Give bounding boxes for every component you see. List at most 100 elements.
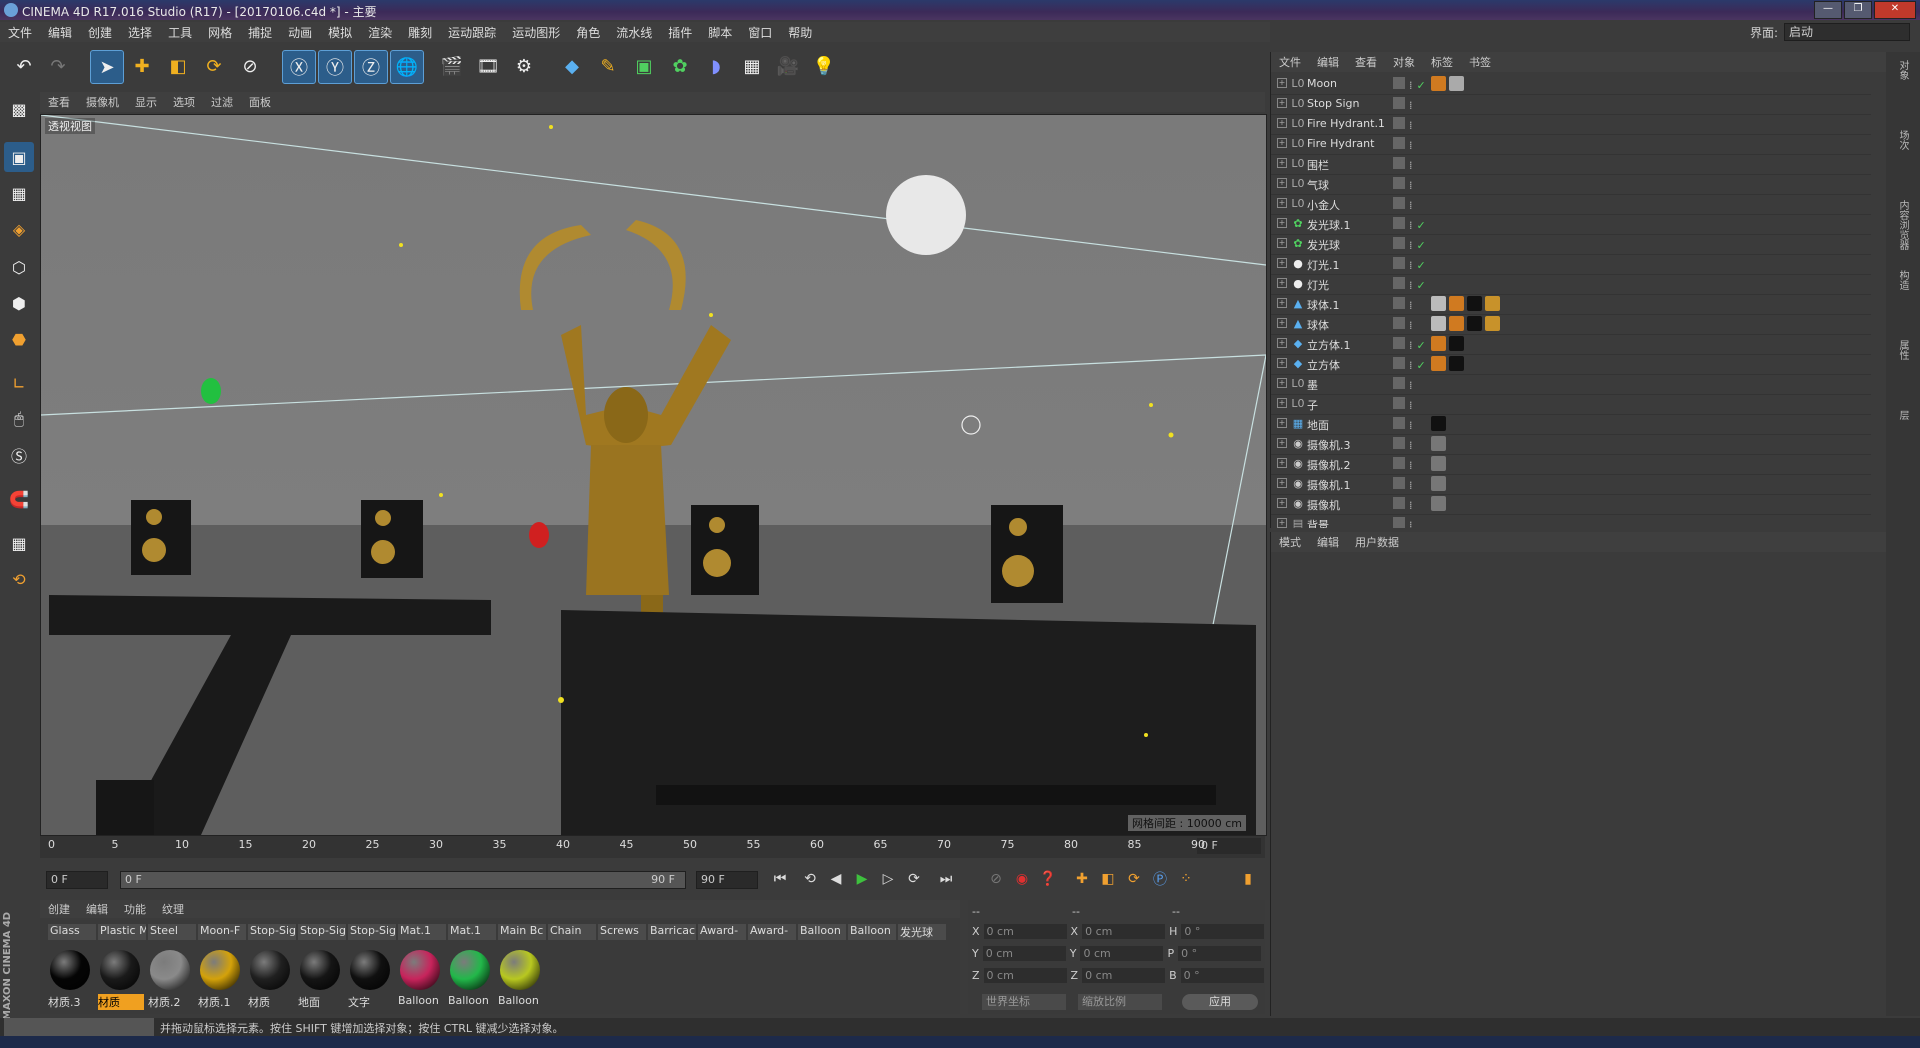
- planar-workplane-icon[interactable]: ⟲: [4, 564, 34, 594]
- object-row[interactable]: + ▲ 球体.1 ⁞: [1271, 294, 1871, 315]
- object-menu-item[interactable]: 标签: [1423, 54, 1461, 70]
- object-name[interactable]: 灯光.1: [1307, 257, 1407, 273]
- model-mode-icon[interactable]: ▣: [4, 142, 34, 172]
- material-tab[interactable]: Plastic M: [98, 924, 146, 940]
- preview-range-slider[interactable]: 0 F 90 F: [120, 871, 686, 889]
- object-name[interactable]: 发光球.1: [1307, 217, 1407, 233]
- menu-item[interactable]: 流水线: [608, 24, 660, 41]
- material-swatch[interactable]: [350, 950, 390, 990]
- object-name[interactable]: 小金人: [1307, 197, 1407, 213]
- object-visibility-flags[interactable]: ⁞: [1393, 457, 1433, 472]
- material-tab[interactable]: Chain: [548, 924, 596, 940]
- object-menu-item[interactable]: 对象: [1385, 54, 1423, 70]
- material-tab[interactable]: Moon-F: [198, 924, 246, 940]
- object-name[interactable]: 灯光: [1307, 277, 1407, 293]
- dock-tab[interactable]: 层: [1894, 410, 1910, 420]
- object-row[interactable]: + L0 气球 ⁞: [1271, 174, 1871, 195]
- menu-item[interactable]: 动画: [280, 24, 320, 41]
- expand-toggle-icon[interactable]: +: [1277, 338, 1287, 348]
- key-pla-icon[interactable]: ⁘: [1174, 868, 1198, 890]
- material-tag-icon[interactable]: [1449, 316, 1464, 331]
- material-tab[interactable]: Glass: [48, 924, 96, 940]
- timeline-ruler[interactable]: 0 F 0 5 10 15 20 25 30 35 40 45 50 55 60 65 70 75 80 85 90: [40, 836, 1265, 858]
- enabled-check-icon[interactable]: ✓: [1417, 239, 1426, 252]
- tweak-mode-icon[interactable]: 🖱: [4, 404, 34, 434]
- material-tag-icon[interactable]: [1431, 496, 1446, 511]
- object-name[interactable]: 墨: [1307, 377, 1407, 393]
- menu-item[interactable]: 雕刻: [400, 24, 440, 41]
- object-menu-item[interactable]: 编辑: [1309, 54, 1347, 70]
- object-visibility-flags[interactable]: ⁞ ✓: [1393, 237, 1433, 252]
- object-menu-item[interactable]: 书签: [1461, 54, 1499, 70]
- material-tag-icon[interactable]: [1431, 356, 1446, 371]
- menu-item[interactable]: 运动图形: [504, 24, 568, 41]
- object-row[interactable]: + ● 灯光 ⁞ ✓: [1271, 274, 1871, 295]
- render-picture-viewer-icon[interactable]: 🎞: [472, 50, 504, 82]
- coord-position-field[interactable]: 0 cm: [983, 923, 1067, 939]
- axis-mode-icon[interactable]: ∟: [4, 368, 34, 398]
- object-visibility-flags[interactable]: ⁞ ✓: [1393, 277, 1433, 292]
- layout-dropdown[interactable]: 启动: [1784, 23, 1910, 41]
- enabled-check-icon[interactable]: ✓: [1417, 339, 1426, 352]
- autokey-icon[interactable]: ◉: [1010, 868, 1034, 890]
- object-row[interactable]: + ▤ 背景 ⁞: [1271, 514, 1871, 528]
- object-row[interactable]: + ● 灯光.1 ⁞ ✓: [1271, 254, 1871, 275]
- expand-toggle-icon[interactable]: +: [1277, 398, 1287, 408]
- coord-size-field[interactable]: 0 cm: [1082, 967, 1166, 983]
- expand-toggle-icon[interactable]: +: [1277, 118, 1287, 128]
- rotate-tool-icon[interactable]: ⟳: [198, 50, 230, 82]
- snap-icon[interactable]: 🧲: [4, 484, 34, 514]
- menu-item[interactable]: 编辑: [40, 24, 80, 41]
- apply-button[interactable]: 应用: [1182, 994, 1258, 1010]
- attribute-menu-item[interactable]: 模式: [1271, 534, 1309, 550]
- expand-toggle-icon[interactable]: +: [1277, 478, 1287, 488]
- object-visibility-flags[interactable]: ⁞: [1393, 517, 1433, 528]
- object-row[interactable]: + L0 围栏 ⁞: [1271, 154, 1871, 175]
- material-tab[interactable]: Screws: [598, 924, 646, 940]
- object-row[interactable]: + ◆ 立方体 ⁞ ✓: [1271, 354, 1871, 375]
- material-menu-item[interactable]: 创建: [40, 901, 78, 917]
- make-editable-icon[interactable]: ▩: [4, 94, 34, 124]
- expand-toggle-icon[interactable]: +: [1277, 238, 1287, 248]
- solo-icon[interactable]: Ⓢ: [4, 440, 34, 470]
- lock-workplane-icon[interactable]: ▦: [4, 528, 34, 558]
- object-visibility-flags[interactable]: ⁞: [1393, 497, 1433, 512]
- object-name[interactable]: 摄像机: [1307, 497, 1407, 513]
- subdivision-icon[interactable]: ▣: [628, 50, 660, 82]
- polygons-mode-icon[interactable]: ⬣: [4, 324, 34, 354]
- object-visibility-flags[interactable]: ⁞: [1393, 437, 1433, 452]
- material-menu-item[interactable]: 编辑: [78, 901, 116, 917]
- enabled-check-icon[interactable]: ✓: [1417, 279, 1426, 292]
- object-name[interactable]: 背景: [1307, 517, 1407, 528]
- material-swatch[interactable]: [300, 950, 340, 990]
- object-menu-item[interactable]: 文件: [1271, 54, 1309, 70]
- perspective-viewport[interactable]: 透视视图 网格间距 : 10000 cm: [40, 114, 1267, 836]
- redo-icon[interactable]: ↷: [42, 50, 74, 82]
- menu-item[interactable]: 脚本: [700, 24, 740, 41]
- expand-toggle-icon[interactable]: +: [1277, 458, 1287, 468]
- material-tab[interactable]: Mat.1: [398, 924, 446, 940]
- object-visibility-flags[interactable]: ⁞: [1393, 177, 1433, 192]
- close-button[interactable]: ✕: [1874, 1, 1916, 19]
- expand-toggle-icon[interactable]: +: [1277, 138, 1287, 148]
- object-visibility-flags[interactable]: ⁞: [1393, 297, 1433, 312]
- material-swatch[interactable]: [200, 950, 240, 990]
- pen-spline-icon[interactable]: ✎: [592, 50, 624, 82]
- render-settings-icon[interactable]: ⚙: [508, 50, 540, 82]
- object-row[interactable]: + ◉ 摄像机 ⁞: [1271, 494, 1871, 515]
- material-swatch[interactable]: [50, 950, 90, 990]
- object-name[interactable]: 摄像机.2: [1307, 457, 1407, 473]
- expand-toggle-icon[interactable]: +: [1277, 258, 1287, 268]
- y-axis-icon[interactable]: Ⓨ: [318, 50, 352, 84]
- viewport-menu-item[interactable]: 查看: [40, 94, 78, 110]
- dock-tab[interactable]: 对象: [1894, 60, 1910, 80]
- material-menu-item[interactable]: 纹理: [154, 901, 192, 917]
- material-tag-icon[interactable]: [1485, 316, 1500, 331]
- menu-item[interactable]: 选择: [120, 24, 160, 41]
- expand-toggle-icon[interactable]: +: [1277, 278, 1287, 288]
- start-frame-field[interactable]: 0 F: [46, 871, 108, 889]
- material-tab[interactable]: Steel: [148, 924, 196, 940]
- record-active-icon[interactable]: ⊘: [984, 868, 1008, 890]
- edges-mode-icon[interactable]: ⬢: [4, 288, 34, 318]
- object-name[interactable]: 摄像机.3: [1307, 437, 1407, 453]
